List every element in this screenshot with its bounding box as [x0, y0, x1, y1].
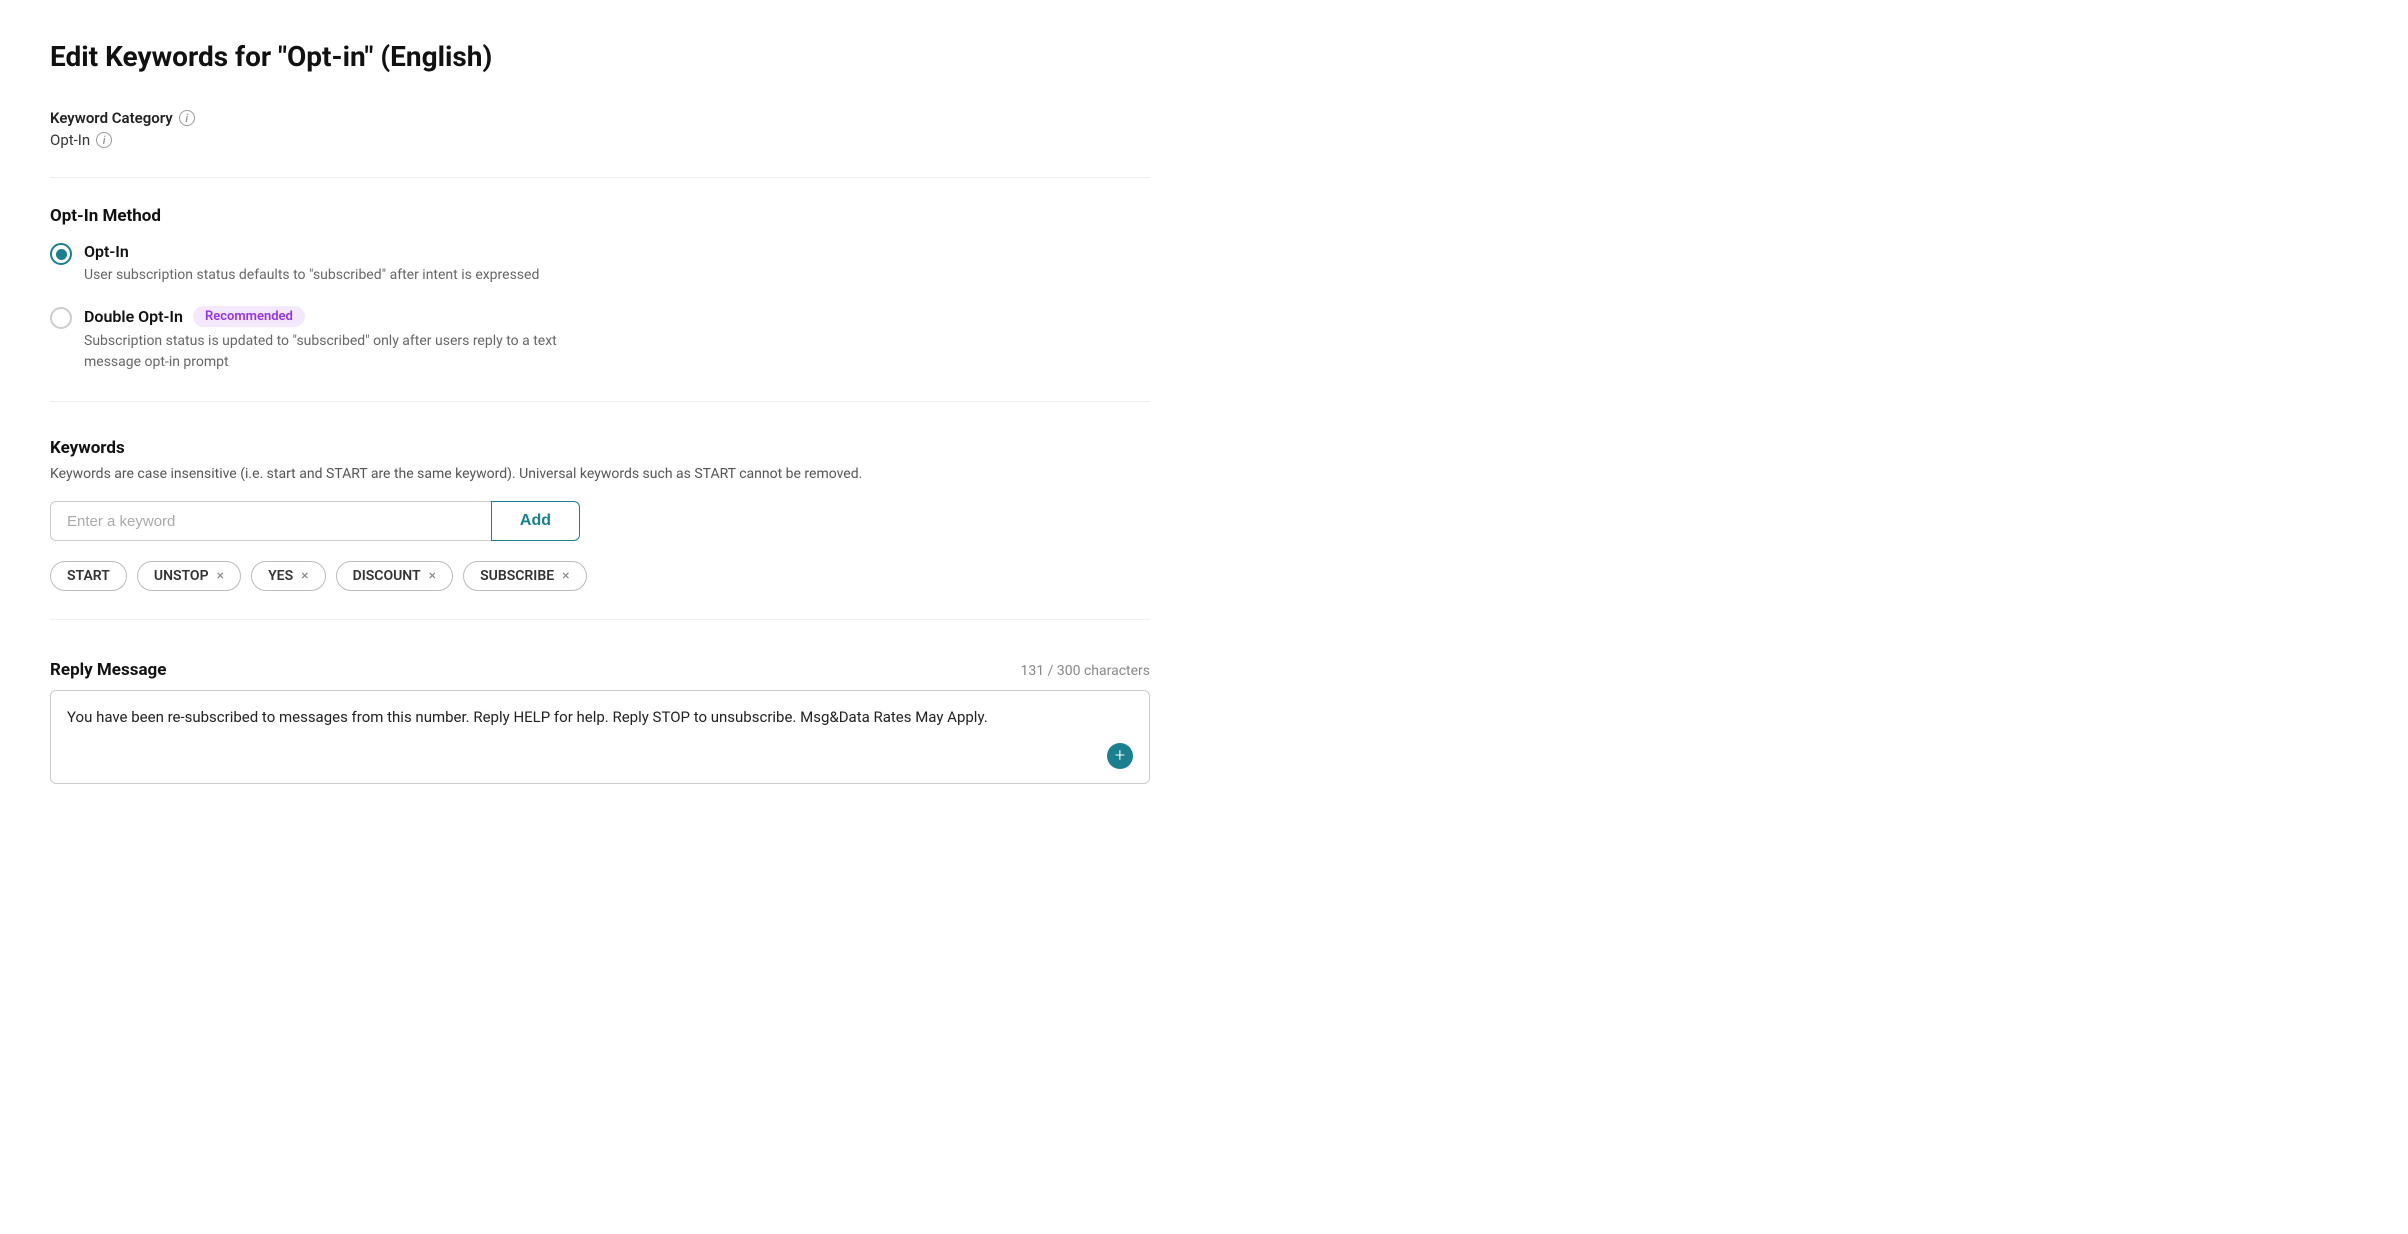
- keyword-tag-unstop: UNSTOP ×: [137, 561, 241, 591]
- remove-subscribe-button[interactable]: ×: [562, 569, 569, 583]
- keyword-category-label: Keyword Category i: [50, 109, 1150, 127]
- keywords-description: Keywords are case insensitive (i.e. star…: [50, 464, 1150, 485]
- divider-2: [50, 401, 1150, 402]
- keyword-tag-label: START: [67, 568, 110, 584]
- keyword-tag-label: SUBSCRIBE: [480, 568, 554, 584]
- keyword-input-row: Add: [50, 501, 580, 541]
- keyword-tag-subscribe: SUBSCRIBE ×: [463, 561, 587, 591]
- keyword-tag-discount: DISCOUNT ×: [336, 561, 454, 591]
- double-opt-in-option[interactable]: Double Opt-In Recommended Subscription s…: [50, 306, 1150, 373]
- keyword-tag-start: START: [50, 561, 127, 591]
- keyword-category-section: Keyword Category i Opt-In i: [50, 109, 1150, 149]
- divider-1: [50, 177, 1150, 178]
- reply-textarea-wrapper: You have been re-subscribed to messages …: [50, 690, 1150, 784]
- keyword-category-info-icon[interactable]: i: [179, 110, 195, 126]
- remove-yes-button[interactable]: ×: [301, 569, 308, 583]
- opt-in-label-group: Opt-In User subscription status defaults…: [84, 242, 539, 286]
- divider-3: [50, 619, 1150, 620]
- reply-message-textarea[interactable]: You have been re-subscribed to messages …: [67, 705, 1099, 765]
- keyword-input[interactable]: [50, 501, 491, 541]
- keyword-tag-label: YES: [268, 568, 293, 584]
- keywords-title: Keywords: [50, 438, 1150, 458]
- keyword-tag-label: UNSTOP: [154, 568, 209, 584]
- opt-in-label: Opt-In: [84, 242, 129, 261]
- keyword-tag-yes: YES ×: [251, 561, 326, 591]
- opt-in-option[interactable]: Opt-In User subscription status defaults…: [50, 242, 1150, 286]
- remove-discount-button[interactable]: ×: [429, 569, 436, 583]
- keywords-tags: START UNSTOP × YES × DISCOUNT × SUBSCRIB…: [50, 561, 1150, 591]
- opt-in-method-section: Opt-In Method Opt-In User subscription s…: [50, 206, 1150, 373]
- double-opt-in-label-group: Double Opt-In Recommended Subscription s…: [84, 306, 604, 373]
- opt-in-radio[interactable]: [50, 243, 72, 265]
- opt-in-method-title: Opt-In Method: [50, 206, 1150, 226]
- page-title: Edit Keywords for "Opt-in" (English): [50, 40, 1150, 73]
- char-count: 131 / 300 characters: [1021, 663, 1150, 679]
- double-opt-in-radio[interactable]: [50, 307, 72, 329]
- opt-in-info-icon[interactable]: i: [96, 132, 112, 148]
- reply-message-title: Reply Message: [50, 660, 166, 680]
- keywords-section: Keywords Keywords are case insensitive (…: [50, 438, 1150, 591]
- double-opt-in-description: Subscription status is updated to "subsc…: [84, 331, 604, 373]
- opt-in-method-radio-group: Opt-In User subscription status defaults…: [50, 242, 1150, 373]
- opt-in-description: User subscription status defaults to "su…: [84, 265, 539, 286]
- remove-unstop-button[interactable]: ×: [217, 569, 224, 583]
- keyword-tag-label: DISCOUNT: [353, 568, 421, 584]
- reply-message-section: Reply Message 131 / 300 characters You h…: [50, 660, 1150, 784]
- textarea-add-icon[interactable]: +: [1107, 743, 1133, 769]
- add-keyword-button[interactable]: Add: [491, 501, 580, 541]
- keyword-category-value: Opt-In i: [50, 131, 1150, 149]
- recommended-badge: Recommended: [193, 306, 305, 327]
- reply-header: Reply Message 131 / 300 characters: [50, 660, 1150, 680]
- double-opt-in-label: Double Opt-In: [84, 307, 183, 326]
